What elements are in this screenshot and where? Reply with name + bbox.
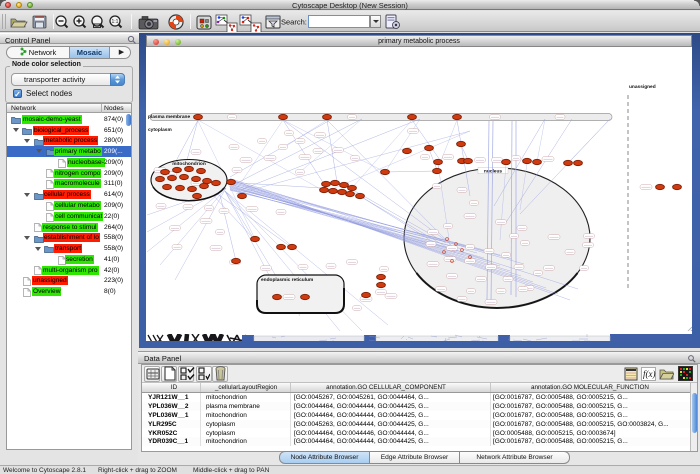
svg-text:1:1: 1:1 bbox=[112, 19, 119, 25]
svg-text:nucleus: nucleus bbox=[484, 169, 502, 175]
svg-text:cytoplasm: cytoplasm bbox=[148, 127, 172, 133]
svg-text:unassigned: unassigned bbox=[629, 84, 656, 90]
svg-text:Search:: Search: bbox=[281, 18, 307, 27]
svg-text:endoplasmic reticulum: endoplasmic reticulum bbox=[261, 277, 313, 283]
svg-text:f(x): f(x) bbox=[643, 369, 656, 379]
svg-text:plasma membrane: plasma membrane bbox=[148, 114, 190, 120]
